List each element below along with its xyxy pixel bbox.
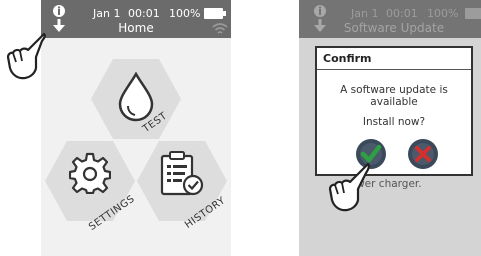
dialog-title: Confirm — [317, 48, 471, 70]
battery-icon — [465, 8, 481, 19]
cancel-button[interactable] — [407, 138, 439, 170]
history-tile[interactable]: HISTORY — [137, 136, 228, 231]
battery-level: 100% — [427, 7, 459, 20]
status-date: Jan 1 — [93, 7, 121, 20]
test-tile[interactable]: TEST — [91, 54, 181, 144]
battery-level: 100% — [169, 7, 201, 20]
page-title: Home — [118, 21, 154, 35]
status-time: 00:01 — [128, 7, 160, 20]
status-time: 00:01 — [386, 7, 418, 20]
pointing-hand-icon — [328, 162, 370, 212]
status-bar: Jan 1 00:01 100% Home — [41, 0, 231, 38]
status-date: Jan 1 — [351, 7, 379, 20]
dialog-message: A software update is available — [340, 84, 448, 108]
drop-icon — [118, 72, 154, 122]
clipboard-check-icon — [160, 151, 204, 196]
page-title: Software Update — [343, 21, 445, 35]
pointing-hand-icon — [6, 32, 46, 80]
battery-icon — [204, 8, 226, 19]
home-screen: Jan 1 00:01 100% Home TEST SETTINGS HIST… — [41, 0, 231, 256]
settings-tile[interactable]: SETTINGS — [45, 136, 137, 233]
confirm-dialog: Confirm A software update is available I… — [315, 46, 473, 176]
update-screen: Jan 1 00:01 100% Software Update power c… — [299, 0, 481, 256]
dialog-question: Install now? — [362, 116, 426, 128]
status-bar: Jan 1 00:01 100% Software Update — [299, 0, 481, 38]
wifi-icon — [212, 23, 228, 34]
gear-icon — [69, 152, 111, 194]
